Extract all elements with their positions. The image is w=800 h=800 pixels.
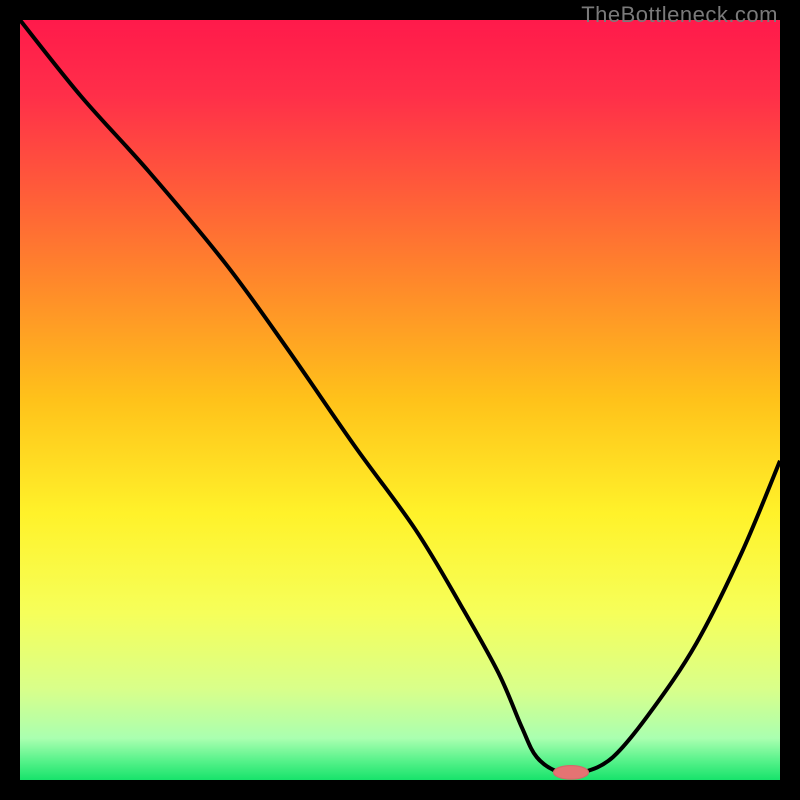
chart-frame: TheBottleneck.com bbox=[0, 0, 800, 800]
plot-area bbox=[20, 20, 780, 780]
chart-svg bbox=[20, 20, 780, 780]
watermark-text: TheBottleneck.com bbox=[581, 2, 778, 28]
gradient-background bbox=[20, 20, 780, 780]
optimal-marker bbox=[554, 766, 589, 780]
